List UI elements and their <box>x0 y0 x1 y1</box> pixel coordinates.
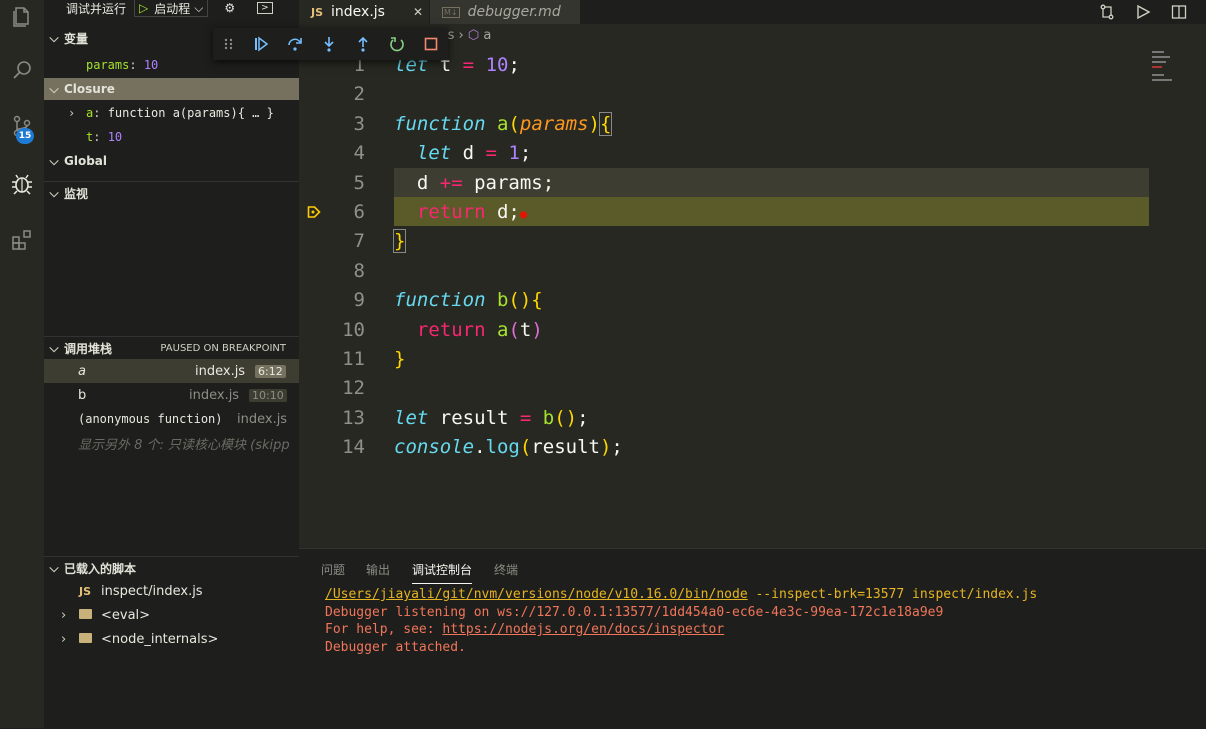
code-line[interactable]: 13 let result = b(); <box>299 403 1149 432</box>
code-line[interactable]: 12 <box>299 373 1149 402</box>
console-link[interactable]: https://nodejs.org/en/docs/inspector <box>442 622 724 637</box>
console-line: Debugger attached. <box>325 640 466 655</box>
symbol-method-icon: ⬡ <box>467 28 480 43</box>
script-item[interactable]: › <eval> <box>44 603 299 627</box>
editor-tabs: JS index.js ✕ M↓ debugger.md <box>299 0 1206 24</box>
markdown-file-icon: M↓ <box>442 6 460 18</box>
console-link[interactable]: /Users/jiayali/git/nvm/versions/node/v10… <box>325 587 748 602</box>
folder-icon <box>79 633 92 643</box>
js-file-icon: JS <box>79 584 92 598</box>
step-out-icon[interactable] <box>346 28 380 60</box>
show-more-frames[interactable]: 显示另外 8 个: 只读核心模块 (skipp <box>44 431 299 455</box>
chevron-right-icon: › <box>61 607 67 623</box>
continue-icon[interactable] <box>244 28 278 60</box>
script-item[interactable]: › <node_internals> <box>44 627 299 651</box>
tab-problems[interactable]: 问题 <box>321 561 345 578</box>
code-line[interactable]: 14 console.log(result); <box>299 432 1149 461</box>
step-into-icon[interactable] <box>312 28 346 60</box>
code-line[interactable]: 5 d += params; <box>299 168 1149 197</box>
chevron-down-icon: ⌵ <box>49 81 59 96</box>
global-scope[interactable]: ⌵ Global <box>44 150 299 172</box>
code-line[interactable]: 4 let d = 1; <box>299 138 1149 167</box>
chevron-right-icon: › <box>458 28 468 43</box>
debug-title-bar: 调试并运行 ▷ 启动程 ⌵ ⚙ > <box>44 0 299 17</box>
variable-a[interactable]: › a : function a(params){ … } <box>44 101 299 125</box>
bottom-panel: 问题 输出 调试控制台 终端 /Users/jiayali/git/nvm/ve… <box>299 548 1206 729</box>
console-line: For help, see: https://nodejs.org/en/doc… <box>325 622 725 637</box>
tab-debug-console[interactable]: 调试控制台 <box>412 561 473 584</box>
debug-sidebar: ⌵ 变量 params : 10 ⌵ Closure › a : functio… <box>44 0 299 728</box>
breadcrumb[interactable]: js › ⬡ a <box>444 28 491 43</box>
chevron-down-icon: ⌵ <box>49 560 59 575</box>
console-line: /Users/jiayali/git/nvm/versions/node/v10… <box>325 587 1038 602</box>
chevron-down-icon: ⌵ <box>49 340 59 355</box>
stack-frame[interactable]: (anonymous function) index.js <box>44 407 299 431</box>
code-line[interactable]: 3 function a(params){ <box>299 109 1149 138</box>
console-line: Debugger listening on ws://127.0.0.1:135… <box>325 605 944 620</box>
tab-terminal[interactable]: 终端 <box>494 561 518 578</box>
script-item[interactable]: JS inspect/index.js <box>44 579 299 603</box>
minimap[interactable] <box>1152 48 1192 108</box>
code-line[interactable]: 2 <box>299 79 1149 108</box>
code-line[interactable]: 7 } <box>299 226 1149 255</box>
tab-output[interactable]: 输出 <box>366 561 390 578</box>
chevron-down-icon: ⌵ <box>49 185 59 200</box>
chevron-down-icon: ⌵ <box>194 0 204 15</box>
closure-scope[interactable]: ⌵ Closure <box>44 78 299 100</box>
compare-changes-icon[interactable] <box>1099 0 1115 24</box>
chevron-right-icon: › <box>61 631 67 647</box>
debug-toolbar <box>213 28 448 60</box>
tab-index-js[interactable]: JS index.js ✕ <box>299 0 429 24</box>
close-icon[interactable]: ✕ <box>413 5 423 19</box>
callstack-status: PAUSED ON BREAKPOINT <box>160 342 286 354</box>
debug-icon[interactable] <box>6 168 38 200</box>
stack-frame[interactable]: a index.js 6:12 <box>44 359 299 383</box>
source-control-badge: 15 <box>16 128 34 144</box>
debug-title: 调试并运行 <box>66 1 127 16</box>
stop-icon[interactable] <box>414 28 448 60</box>
extensions-icon[interactable] <box>6 224 38 256</box>
variable-t[interactable]: t : 10 <box>44 125 299 149</box>
activity-bar: 15 <box>0 0 44 728</box>
stack-frame[interactable]: b index.js 10:10 <box>44 383 299 407</box>
terminal-icon[interactable]: > <box>257 2 273 14</box>
search-icon[interactable] <box>6 54 38 86</box>
drag-handle-icon[interactable] <box>213 28 244 60</box>
run-icon[interactable] <box>1135 0 1151 24</box>
launch-config-select[interactable]: ▷ 启动程 ⌵ <box>134 0 209 17</box>
folder-icon <box>79 609 92 619</box>
js-file-icon: JS <box>311 5 324 19</box>
code-line[interactable]: 6 return d;● <box>299 197 1149 226</box>
code-line[interactable]: 11 } <box>299 344 1149 373</box>
tab-debugger-md[interactable]: M↓ debugger.md <box>430 0 580 24</box>
start-debug-icon[interactable]: ▷ <box>139 1 148 15</box>
code-line[interactable]: 8 <box>299 256 1149 285</box>
chevron-down-icon: ⌵ <box>49 30 59 45</box>
loaded-scripts-header[interactable]: ⌵ 已载入的脚本 <box>44 556 299 579</box>
code-editor[interactable]: js › ⬡ a 1 let t = 10; 2 3 function a(pa… <box>299 24 1206 548</box>
callstack-header[interactable]: ⌵ 调用堆栈 PAUSED ON BREAKPOINT <box>44 336 299 359</box>
chevron-down-icon: ⌵ <box>49 153 59 168</box>
chevron-right-icon: › <box>68 106 76 120</box>
step-over-icon[interactable] <box>278 28 312 60</box>
code-line[interactable]: 9 function b(){ <box>299 285 1149 314</box>
code-line[interactable]: 10 return a(t) <box>299 315 1149 344</box>
watch-header[interactable]: ⌵ 监视 <box>44 181 299 204</box>
explorer-icon[interactable] <box>6 0 38 32</box>
gear-icon[interactable]: ⚙ <box>224 1 235 15</box>
split-editor-icon[interactable] <box>1171 0 1187 24</box>
restart-icon[interactable] <box>380 28 414 60</box>
